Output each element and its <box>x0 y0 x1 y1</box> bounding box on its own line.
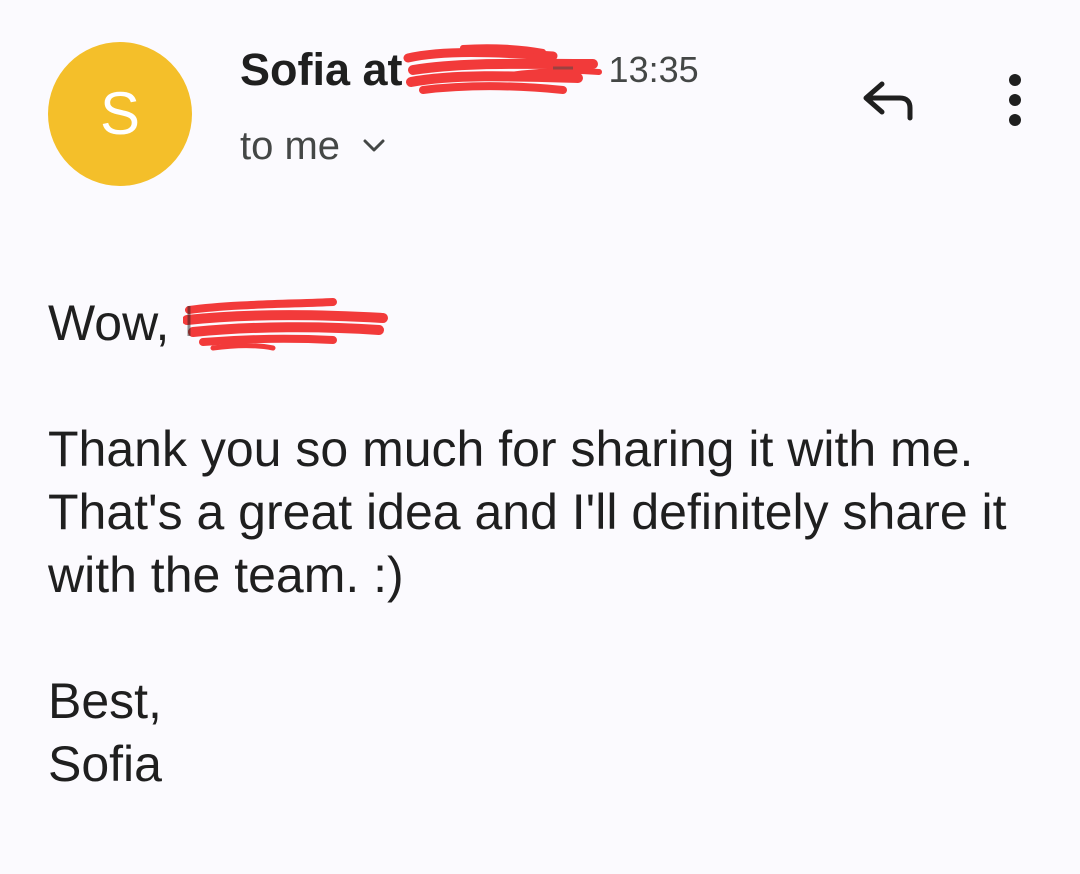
recipient-details-toggle[interactable]: to me <box>240 120 386 172</box>
avatar-letter: S <box>99 80 141 147</box>
reply-icon <box>860 78 916 127</box>
sender-line: Sofia at 13:35 <box>240 40 699 100</box>
message-paragraph: Thank you so much for sharing it with me… <box>48 421 1007 603</box>
reply-button[interactable] <box>858 76 918 128</box>
more-options-button[interactable] <box>995 72 1035 132</box>
avatar[interactable]: S <box>48 42 192 186</box>
closing: Best, <box>48 673 162 729</box>
recipient-text: to me <box>240 123 341 168</box>
signature: Sofia <box>48 736 162 792</box>
greeting-line: Wow, <box>48 292 1048 355</box>
redaction-scribble <box>403 40 603 100</box>
chevron-down-icon[interactable] <box>362 138 386 154</box>
sender-name[interactable]: Sofia at <box>240 44 403 96</box>
timestamp: 13:35 <box>608 49 699 90</box>
more-vert-icon <box>1005 72 1025 133</box>
message-body: Wow, Thank you so much for sharing it wi… <box>48 292 1048 796</box>
email-view: S Sofia at 13:35 to me Wow, Thank you so… <box>0 0 1080 874</box>
greeting-text: Wow, <box>48 295 170 351</box>
redaction-scribble <box>183 292 393 355</box>
